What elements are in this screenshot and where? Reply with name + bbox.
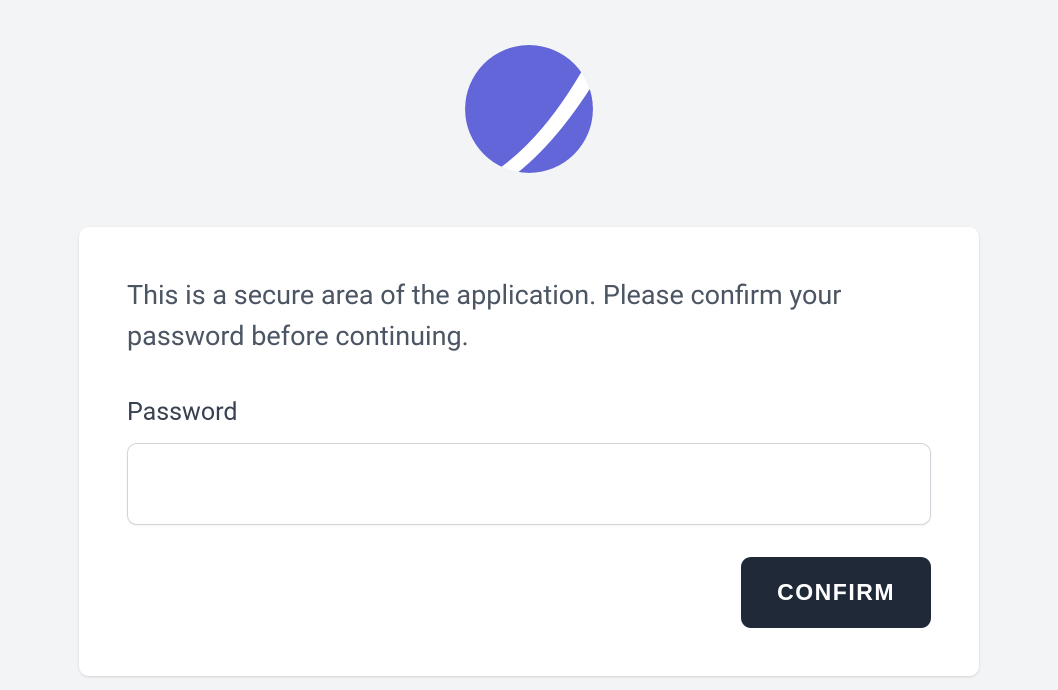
password-input[interactable] [127, 443, 931, 525]
security-message: This is a secure area of the application… [127, 275, 931, 356]
logo-icon [465, 45, 593, 173]
password-form-group: Password [127, 398, 931, 525]
app-logo [465, 45, 593, 177]
password-label: Password [127, 398, 931, 427]
confirm-password-card: This is a secure area of the application… [79, 227, 979, 676]
button-row: CONFIRM [127, 557, 931, 628]
confirm-button[interactable]: CONFIRM [741, 557, 931, 628]
